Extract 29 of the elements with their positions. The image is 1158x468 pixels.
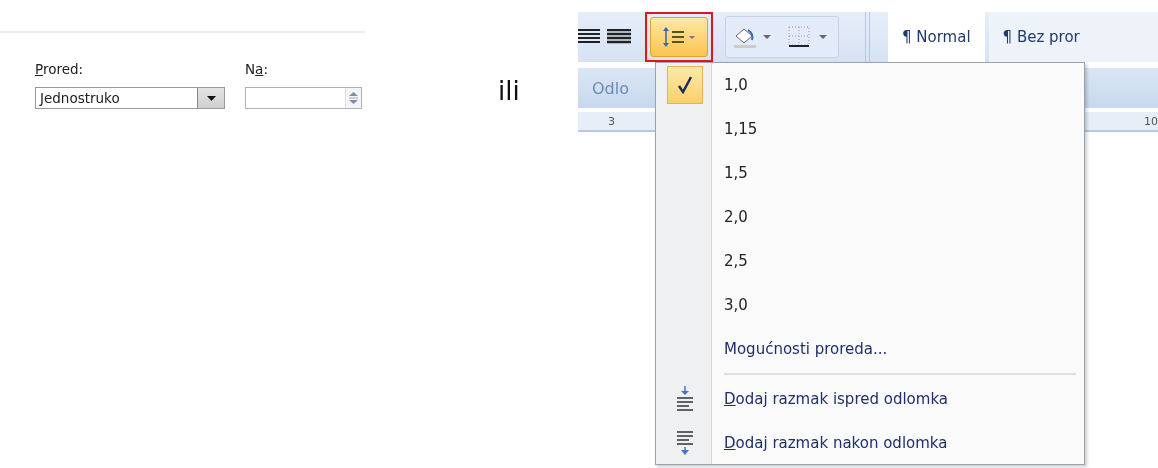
spacing-dropdown[interactable]: Jednostruko xyxy=(35,87,225,109)
menu-item[interactable]: Mogućnosti proreda... xyxy=(657,327,1084,371)
menu-item[interactable]: Dodaj razmak nakon odlomka xyxy=(657,421,1084,465)
menu-item[interactable]: 1,5 xyxy=(657,151,1084,195)
ruler-number: 10 xyxy=(1144,114,1158,128)
menu-item[interactable]: 1,0 xyxy=(657,63,1084,107)
menu-item[interactable]: 2,5 xyxy=(657,239,1084,283)
dropdown-arrow-icon[interactable] xyxy=(206,95,216,101)
style-gallery-item[interactable]: ¶ Bez pror xyxy=(988,12,1158,62)
spacing-label: Prored: xyxy=(35,61,85,77)
ruler-number: 3 xyxy=(608,114,615,128)
or-text: ili xyxy=(498,76,520,106)
group-label: Odlo xyxy=(592,78,629,98)
checkmark-icon xyxy=(678,76,692,94)
at-label: Na: xyxy=(245,61,269,77)
align-justify-icon[interactable] xyxy=(578,29,600,45)
spin-field[interactable] xyxy=(245,87,362,109)
space-before-icon xyxy=(676,386,694,412)
shading-bucket-icon[interactable] xyxy=(734,26,774,48)
spinner-arrows-icon[interactable] xyxy=(349,91,358,105)
borders-icon[interactable] xyxy=(788,26,830,48)
menu-item[interactable]: 2,0 xyxy=(657,195,1084,239)
menu-item[interactable]: Dodaj razmak ispred odlomka xyxy=(657,377,1084,421)
line-spacing-icon xyxy=(662,26,696,48)
space-after-icon xyxy=(676,430,694,456)
style-gallery-item[interactable]: ¶ Normal xyxy=(888,12,985,62)
distributed-align-icon[interactable] xyxy=(607,29,631,45)
menu-item[interactable]: 1,15 xyxy=(657,107,1084,151)
menu-item[interactable]: 3,0 xyxy=(657,283,1084,327)
